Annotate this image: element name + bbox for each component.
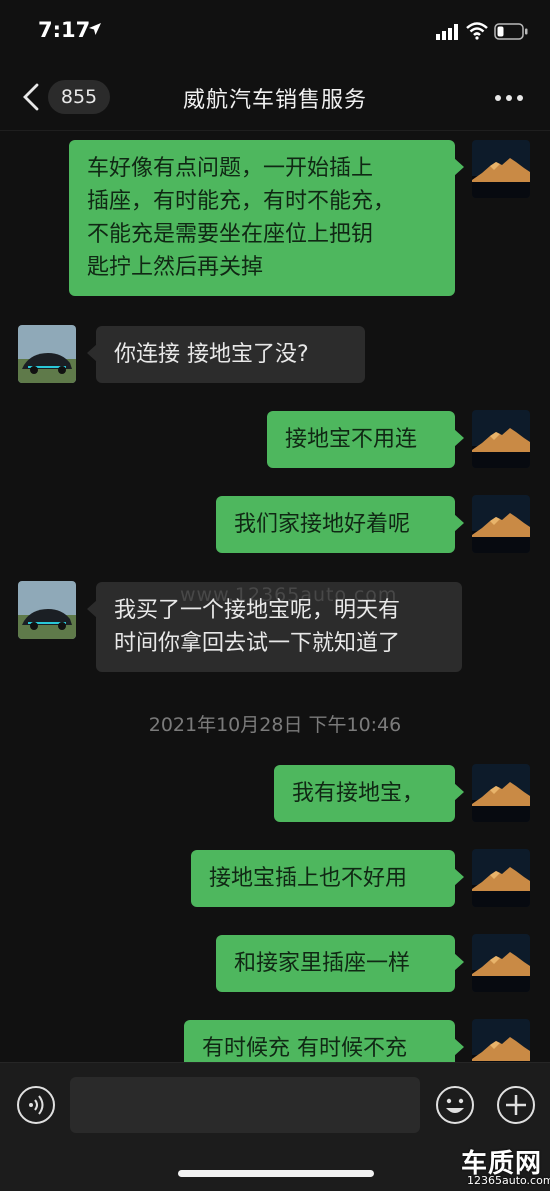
- my-avatar[interactable]: [472, 849, 530, 907]
- logo-url: 12365auto.com: [467, 1174, 550, 1187]
- my-avatar[interactable]: [472, 140, 530, 198]
- message-bubble-incoming[interactable]: 你连接 接地宝了没?: [87, 326, 365, 383]
- wifi-icon: [466, 22, 488, 40]
- more-options-icon[interactable]: [494, 94, 524, 102]
- message-line: 接地宝插上也不好用: [209, 866, 408, 891]
- home-indicator: [178, 1170, 374, 1177]
- watermark: www.12365auto.com: [180, 584, 398, 606]
- chat-title: 威航汽车销售服务: [182, 88, 367, 113]
- my-avatar[interactable]: [472, 410, 530, 468]
- message-line: 时间你拿回去试一下就知道了: [114, 631, 401, 656]
- message-input[interactable]: [70, 1077, 420, 1133]
- message-line: 车好像有点问题，一开始插上: [87, 156, 374, 181]
- message-line: 插座，有时能充，有时不能充，: [87, 189, 396, 214]
- message-line: 有时候充 有时候不充: [202, 1036, 407, 1061]
- contact-avatar[interactable]: [18, 581, 76, 639]
- status-bar: 7:17: [0, 0, 550, 64]
- message-bubble-outgoing[interactable]: 我有接地宝，: [274, 765, 464, 822]
- chat-header: 855 威航汽车销售服务: [0, 64, 550, 131]
- status-time: 7:17: [38, 18, 91, 42]
- battery-icon: [494, 23, 528, 40]
- emoji-icon[interactable]: [435, 1085, 475, 1125]
- message-bubble-outgoing[interactable]: 接地宝不用连: [267, 411, 464, 468]
- cellular-signal-icon: [436, 24, 458, 40]
- my-avatar[interactable]: [472, 934, 530, 992]
- message-timestamp: 2021年10月28日 下午10:46: [148, 714, 402, 736]
- my-avatar[interactable]: [472, 495, 530, 553]
- message-line: 匙拧上然后再关掉: [87, 255, 264, 280]
- message-line: 不能充是需要坐在座位上把钥: [87, 222, 374, 247]
- message-line: 接地宝不用连: [285, 427, 418, 452]
- message-line: 我们家接地好着呢: [234, 512, 411, 537]
- message-bubble-outgoing[interactable]: 我们家接地好着呢: [216, 496, 464, 553]
- my-avatar[interactable]: [472, 764, 530, 822]
- location-arrow-icon: [89, 23, 101, 35]
- contact-avatar[interactable]: [18, 325, 76, 383]
- voice-input-icon[interactable]: [16, 1085, 56, 1125]
- back-chevron-icon[interactable]: [20, 82, 42, 112]
- message-bubble-outgoing[interactable]: 车好像有点问题，一开始插上 插座，有时能充，有时不能充， 不能充是需要坐在座位上…: [69, 140, 464, 296]
- message-line: 你连接 接地宝了没?: [114, 342, 309, 367]
- message-line: 我有接地宝，: [292, 781, 425, 806]
- plus-icon[interactable]: [496, 1085, 536, 1125]
- corner-logo: 车质网 12365auto.com: [455, 1143, 550, 1190]
- message-bubble-outgoing[interactable]: 接地宝插上也不好用: [191, 850, 464, 907]
- message-bubble-outgoing[interactable]: 和接家里插座一样: [216, 935, 464, 992]
- message-line: 和接家里插座一样: [234, 951, 411, 976]
